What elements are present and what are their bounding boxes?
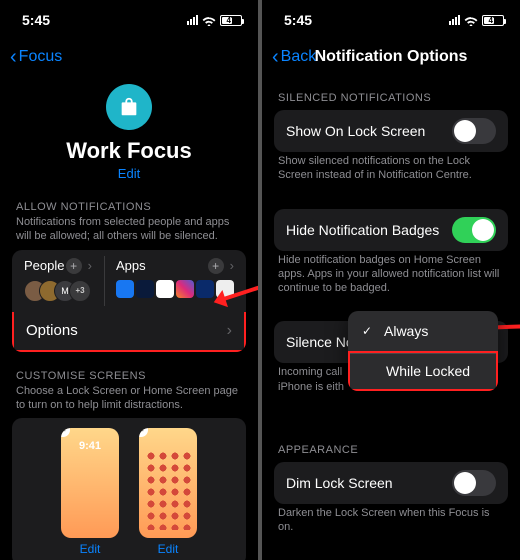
- focus-header: Work Focus Edit: [12, 84, 246, 183]
- notifications-group: People + › M +3: [12, 250, 246, 352]
- dim-sub: Darken the Lock Screen when this Focus i…: [278, 506, 504, 535]
- dim-label: Dim Lock Screen: [286, 475, 393, 491]
- clock: 5:45: [22, 12, 50, 28]
- appearance-label: APPEARANCE: [278, 444, 504, 456]
- wifi-icon: [464, 15, 478, 26]
- silence-popover: ✓ Always While Locked: [348, 311, 498, 391]
- allow-notifications-sub: Notifications from selected people and a…: [16, 215, 242, 244]
- phone-right: 5:45 47 ‹ Back Notification Options SILE…: [262, 0, 520, 560]
- people-cell[interactable]: People + › M +3: [12, 250, 104, 312]
- back-button[interactable]: ‹ Back: [272, 46, 316, 69]
- apps-label: Apps: [116, 258, 146, 273]
- show-on-lock-row[interactable]: Show On Lock Screen: [274, 110, 508, 152]
- customise-sub: Choose a Lock Screen or Home Screen page…: [16, 384, 242, 413]
- customise-label: CUSTOMISE SCREENS: [16, 370, 242, 382]
- lock-screen-preview[interactable]: –9:41 Edit: [61, 428, 119, 556]
- people-label: People: [24, 258, 64, 273]
- add-apps-icon[interactable]: +: [208, 258, 224, 274]
- options-row[interactable]: Options ›: [12, 312, 246, 352]
- remove-icon[interactable]: –: [139, 428, 148, 437]
- edit-lock-screen[interactable]: Edit: [80, 542, 101, 556]
- signal-icon: [187, 15, 198, 25]
- battery-icon: 47: [482, 15, 504, 26]
- check-icon: ✓: [362, 324, 376, 338]
- dim-toggle[interactable]: [452, 470, 496, 496]
- chevron-left-icon: ‹: [272, 46, 279, 69]
- focus-title: Work Focus: [12, 138, 246, 164]
- chevron-right-icon: ›: [227, 322, 232, 340]
- chevron-left-icon: ‹: [10, 46, 17, 69]
- phone-left: 5:45 47 ‹ Focus Work Focus Edit ALLOW NO…: [0, 0, 258, 560]
- back-label: Back: [281, 48, 317, 66]
- people-more-badge: +3: [69, 280, 91, 302]
- dim-row[interactable]: Dim Lock Screen: [274, 462, 508, 504]
- chevron-right-icon: ›: [88, 258, 92, 273]
- edit-button[interactable]: Edit: [118, 166, 140, 181]
- people-avatars: M +3: [24, 280, 92, 302]
- back-label: Focus: [19, 48, 63, 66]
- remove-icon[interactable]: –: [61, 428, 70, 437]
- clock: 5:45: [284, 12, 312, 28]
- allow-notifications-label: ALLOW NOTIFICATIONS: [16, 201, 242, 213]
- hide-badges-row[interactable]: Hide Notification Badges: [274, 209, 508, 251]
- silenced-label: SILENCED NOTIFICATIONS: [278, 92, 504, 104]
- signal-icon: [449, 15, 460, 25]
- hide-badges-sub: Hide notification badges on Home Screen …: [278, 253, 504, 296]
- popover-while-locked[interactable]: While Locked: [348, 351, 498, 391]
- work-focus-icon: [106, 84, 152, 130]
- show-on-lock-label: Show On Lock Screen: [286, 123, 425, 139]
- back-button[interactable]: ‹ Focus: [10, 46, 62, 69]
- hide-badges-label: Hide Notification Badges: [286, 222, 439, 238]
- edit-home-screen[interactable]: Edit: [158, 542, 179, 556]
- options-label: Options: [26, 322, 78, 339]
- wifi-icon: [202, 15, 216, 26]
- status-bar: 5:45 47: [262, 0, 520, 40]
- nav-bar: ‹ Back Notification Options: [262, 40, 520, 74]
- chevron-right-icon: ›: [230, 258, 234, 273]
- hide-badges-toggle[interactable]: [452, 217, 496, 243]
- popover-while-locked-label: While Locked: [386, 363, 470, 379]
- status-bar: 5:45 47: [0, 0, 258, 40]
- show-on-lock-toggle[interactable]: [452, 118, 496, 144]
- popover-always-label: Always: [384, 323, 428, 339]
- customise-screens-card: –9:41 Edit – Edit: [12, 418, 246, 560]
- show-on-lock-sub: Show silenced notifications on the Lock …: [278, 154, 504, 183]
- add-people-icon[interactable]: +: [66, 258, 82, 274]
- home-screen-preview[interactable]: – Edit: [139, 428, 197, 556]
- popover-always[interactable]: ✓ Always: [348, 311, 498, 351]
- nav-bar: ‹ Focus: [0, 40, 258, 74]
- battery-icon: 47: [220, 15, 242, 26]
